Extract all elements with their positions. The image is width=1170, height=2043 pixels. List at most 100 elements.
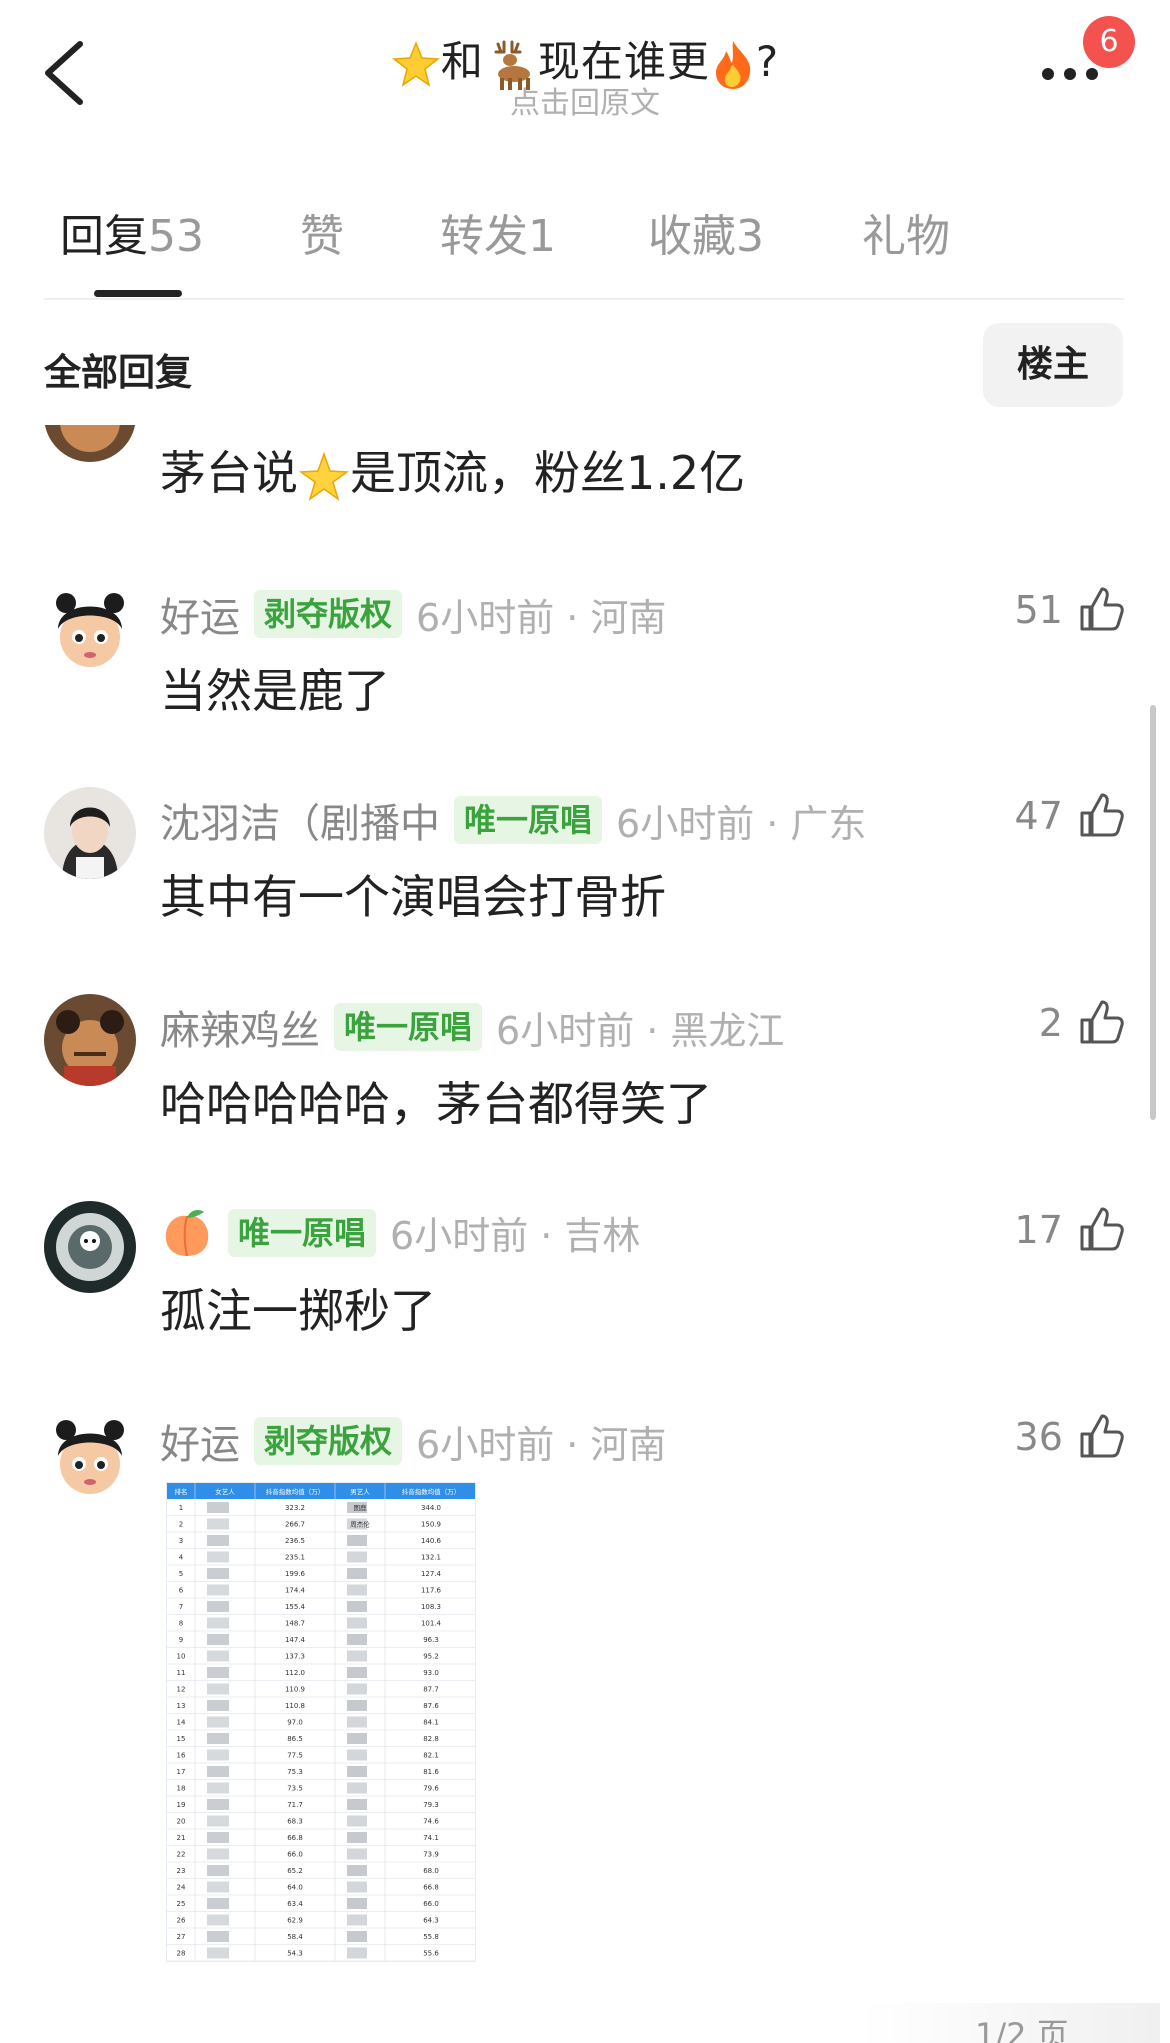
page-indicator: 1/2 页: [975, 2016, 1069, 2043]
tab-gifts[interactable]: 礼物: [862, 200, 950, 264]
table-value-cell: 81.6: [423, 1768, 439, 1776]
table-rank-cell: 24: [177, 1884, 186, 1892]
table-value-cell: 66.0: [287, 1851, 303, 1859]
avatar[interactable]: [44, 1201, 136, 1293]
tab-replies[interactable]: 回复53: [60, 200, 204, 264]
like-count: 47: [1014, 794, 1063, 838]
avatar[interactable]: [44, 787, 136, 879]
comment-item[interactable]: 唯一原唱 6小时前 · 吉林 17 孤注一掷秒了: [0, 1201, 1170, 1338]
blurred-name-cell: [207, 1799, 229, 1810]
table-rank-cell: 28: [177, 1950, 186, 1958]
like-button[interactable]: 2: [1039, 998, 1126, 1054]
username[interactable]: 好运: [160, 585, 240, 643]
table-value-cell: 155.4: [285, 1603, 306, 1611]
tab-label: 收藏: [648, 211, 736, 262]
comment-text: 茅台说 是顶流，粉丝1.2亿: [160, 437, 745, 503]
like-button[interactable]: 47: [1015, 791, 1126, 847]
avatar[interactable]: [44, 994, 136, 1086]
blurred-name-cell: [207, 1502, 229, 1513]
scrollbar[interactable]: [1150, 705, 1156, 1120]
comment-header: 好运 剥夺版权 6小时前 · 河南: [160, 1412, 666, 1468]
table-rank-cell: 17: [177, 1768, 186, 1776]
table-value-cell: 64.3: [423, 1917, 439, 1925]
sparkle-star-emoji-icon: [298, 451, 350, 501]
owner-only-button[interactable]: 楼主: [983, 323, 1123, 407]
comment-item[interactable]: 沈羽洁（剧播中 唯一原唱 6小时前 · 广东 47 其中有一个演唱会打骨折: [0, 787, 1170, 924]
table-value-cell: 150.9: [421, 1521, 441, 1529]
tab-reposts[interactable]: 转发1: [440, 200, 556, 264]
tab-favorites[interactable]: 收藏3: [648, 200, 764, 264]
table-rank-cell: 1: [179, 1504, 183, 1512]
username[interactable]: 好运: [160, 1412, 240, 1470]
table-rank-cell: 5: [179, 1570, 183, 1578]
back-to-original-link[interactable]: 点击回原文: [0, 78, 1170, 122]
peach-emoji-icon[interactable]: [160, 1206, 214, 1260]
blurred-name-cell: [347, 1535, 367, 1546]
comment-text-part: 茅台说: [160, 446, 298, 500]
like-button[interactable]: 36: [1015, 1412, 1126, 1468]
blurred-name-cell: [207, 1634, 229, 1645]
comment-meta: 6小时前 · 吉林: [390, 1214, 641, 1258]
table-value-cell: 66.8: [423, 1884, 439, 1892]
like-count: 51: [1014, 588, 1063, 632]
comment-header: 唯一原唱 6小时前 · 吉林: [160, 1205, 640, 1261]
blurred-name-cell: [347, 1832, 367, 1843]
table-rank-cell: 26: [177, 1917, 186, 1925]
table-rank-cell: 12: [177, 1686, 186, 1694]
blurred-name-cell: [207, 1881, 229, 1893]
tab-likes[interactable]: 赞: [300, 200, 344, 264]
comment-item[interactable]: 茅台说 是顶流，粉丝1.2亿: [0, 425, 1170, 535]
username[interactable]: 沈羽洁（剧播中: [160, 791, 440, 849]
avatar[interactable]: [44, 581, 136, 673]
table-value-cell: 199.6: [285, 1570, 306, 1578]
table-value-cell: 108.3: [421, 1603, 441, 1611]
table-value-cell: 82.1: [423, 1752, 439, 1760]
table-value-cell: 96.3: [423, 1636, 439, 1644]
table-value-cell: 110.9: [285, 1686, 305, 1694]
table-value-cell: 54.3: [287, 1950, 303, 1958]
comment-item[interactable]: 麻辣鸡丝 唯一原唱 6小时前 · 黑龙江 2 哈哈哈哈哈，茅台都得笑了: [0, 994, 1170, 1131]
username[interactable]: 麻辣鸡丝: [160, 998, 320, 1056]
like-button[interactable]: 17: [1015, 1205, 1126, 1261]
table-rank-cell: 25: [177, 1900, 186, 1908]
attached-table-image[interactable]: 排名 女艺人 抖音指数均值（万） 男艺人 抖音指数均值（万） 1 323.2 344.0 2 26…: [166, 1482, 476, 1962]
table-value-cell: 174.4: [285, 1587, 306, 1595]
table-value-cell: 68.0: [423, 1867, 439, 1875]
user-badge: 唯一原唱: [454, 796, 603, 844]
user-badge: 唯一原唱: [228, 1208, 377, 1257]
table-value-cell: 323.2: [285, 1504, 305, 1512]
thumbs-up-icon: [1080, 793, 1124, 837]
tab-count: 3: [736, 211, 764, 262]
table-value-cell: 87.6: [423, 1702, 439, 1710]
blurred-name-cell: [347, 1914, 367, 1926]
table-header-cell: 抖音指数均值（万）: [266, 1487, 325, 1496]
tab-label: 赞: [300, 211, 344, 262]
table-value-cell: 112.0: [285, 1669, 305, 1677]
blurred-name-cell: [347, 1667, 367, 1678]
table-value-cell: 236.5: [285, 1537, 305, 1545]
thumbs-up-icon: [1080, 1207, 1124, 1251]
comment-item[interactable]: 好运 剥夺版权 6小时前 · 河南 51 当然是鹿了: [0, 581, 1170, 718]
table-name-cell: 图鹿: [354, 1503, 368, 1512]
avatar[interactable]: [44, 1408, 136, 1500]
blurred-name-cell: [207, 1865, 229, 1876]
tab-count: 53: [148, 211, 204, 262]
blurred-name-cell: [347, 1584, 367, 1596]
like-button[interactable]: 51: [1015, 585, 1126, 641]
all-replies-filter[interactable]: 全部回复: [44, 342, 192, 396]
table-rank-cell: 16: [177, 1752, 186, 1760]
table-rank-cell: 3: [179, 1537, 183, 1545]
table-value-cell: 235.1: [285, 1554, 305, 1562]
top-bar: 和 现在谁更 ? 点击回原文 6: [0, 0, 1170, 140]
blurred-name-cell: [347, 1700, 367, 1711]
blurred-name-cell: [347, 1947, 367, 1959]
comment-meta: 6小时前 · 广东: [616, 801, 867, 846]
table-value-cell: 266.7: [285, 1521, 305, 1529]
avatar[interactable]: [44, 425, 136, 462]
table-rank-cell: 10: [177, 1653, 186, 1661]
blurred-name-cell: [207, 1815, 229, 1827]
blurred-name-cell: [347, 1881, 367, 1893]
blurred-name-cell: [207, 1914, 229, 1926]
blurred-name-cell: [207, 1749, 229, 1761]
table-value-cell: 58.4: [287, 1933, 303, 1941]
